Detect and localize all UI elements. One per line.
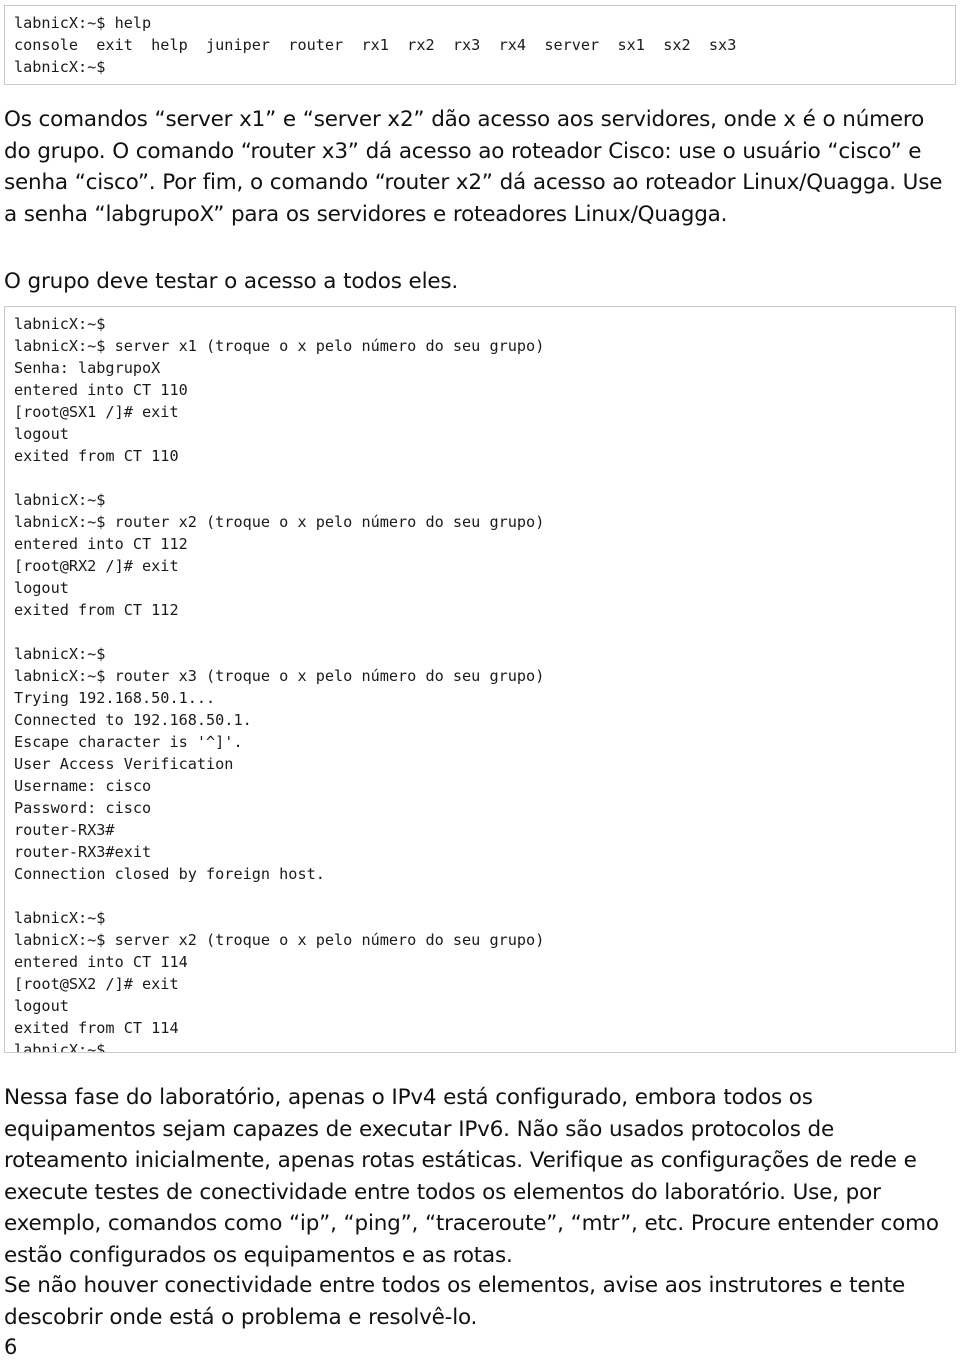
terminal-line: labnicX:~$ [14,58,106,76]
terminal-line: router-RX3#exit [14,843,152,861]
terminal-line: labnicX:~$ router x3 (troque o x pelo nú… [14,667,545,685]
terminal-line: labnicX:~$ [14,315,106,333]
terminal-line: Connection closed by foreign host. [14,865,325,883]
terminal-line: [root@SX2 /]# exit [14,975,179,993]
paragraph-connectivity-help: Se não houver conectividade entre todos … [4,1273,906,1330]
page-number: 6 [4,1335,18,1359]
terminal-line: labnicX:~$ server x1 (troque o x pelo nú… [14,337,545,355]
terminal-line: User Access Verification [14,755,234,773]
terminal-line: entered into CT 110 [14,381,188,399]
terminal-line: labnicX:~$ [14,909,106,927]
terminal-line: router-RX3# [14,821,115,839]
terminal-line: [root@SX1 /]# exit [14,403,179,421]
terminal-line: labnicX:~$ [14,1041,106,1053]
document-page: labnicX:~$ help console exit help juniper… [0,0,960,1368]
paragraph-lab-phase: Nessa fase do laboratório, apenas o IPv4… [4,1085,939,1268]
terminal-line: entered into CT 112 [14,535,188,553]
terminal-line: console exit help juniper router rx1 rx2… [14,36,737,54]
terminal-line: logout [14,997,69,1015]
terminal-line: [root@RX2 /]# exit [14,557,179,575]
terminal-line: Username: cisco [14,777,152,795]
terminal-line: labnicX:~$ server x2 (troque o x pelo nú… [14,931,545,949]
terminal-line: labnicX:~$ help [14,14,152,32]
terminal-line: exited from CT 110 [14,447,179,465]
terminal-line: Password: cisco [14,799,152,817]
paragraph-test-access: O grupo deve testar o acesso a todos ele… [4,269,459,294]
terminal-line: labnicX:~$ router x2 (troque o x pelo nú… [14,513,545,531]
terminal-line: logout [14,579,69,597]
terminal-line: Trying 192.168.50.1... [14,689,216,707]
terminal-line: Connected to 192.168.50.1. [14,711,252,729]
terminal-help-output: labnicX:~$ help console exit help juniper… [4,5,956,85]
terminal-line: logout [14,425,69,443]
terminal-line: exited from CT 112 [14,601,179,619]
paragraph-access-instructions: Os comandos “server x1” e “server x2” dã… [4,107,943,227]
terminal-line: exited from CT 114 [14,1019,179,1037]
terminal-line: Senha: labgrupoX [14,359,161,377]
terminal-line: entered into CT 114 [14,953,188,971]
terminal-line: labnicX:~$ [14,491,106,509]
terminal-line: labnicX:~$ [14,645,106,663]
terminal-line: Escape character is '^]'. [14,733,243,751]
terminal-session-transcript: labnicX:~$ labnicX:~$ server x1 (troque o… [4,306,956,1053]
